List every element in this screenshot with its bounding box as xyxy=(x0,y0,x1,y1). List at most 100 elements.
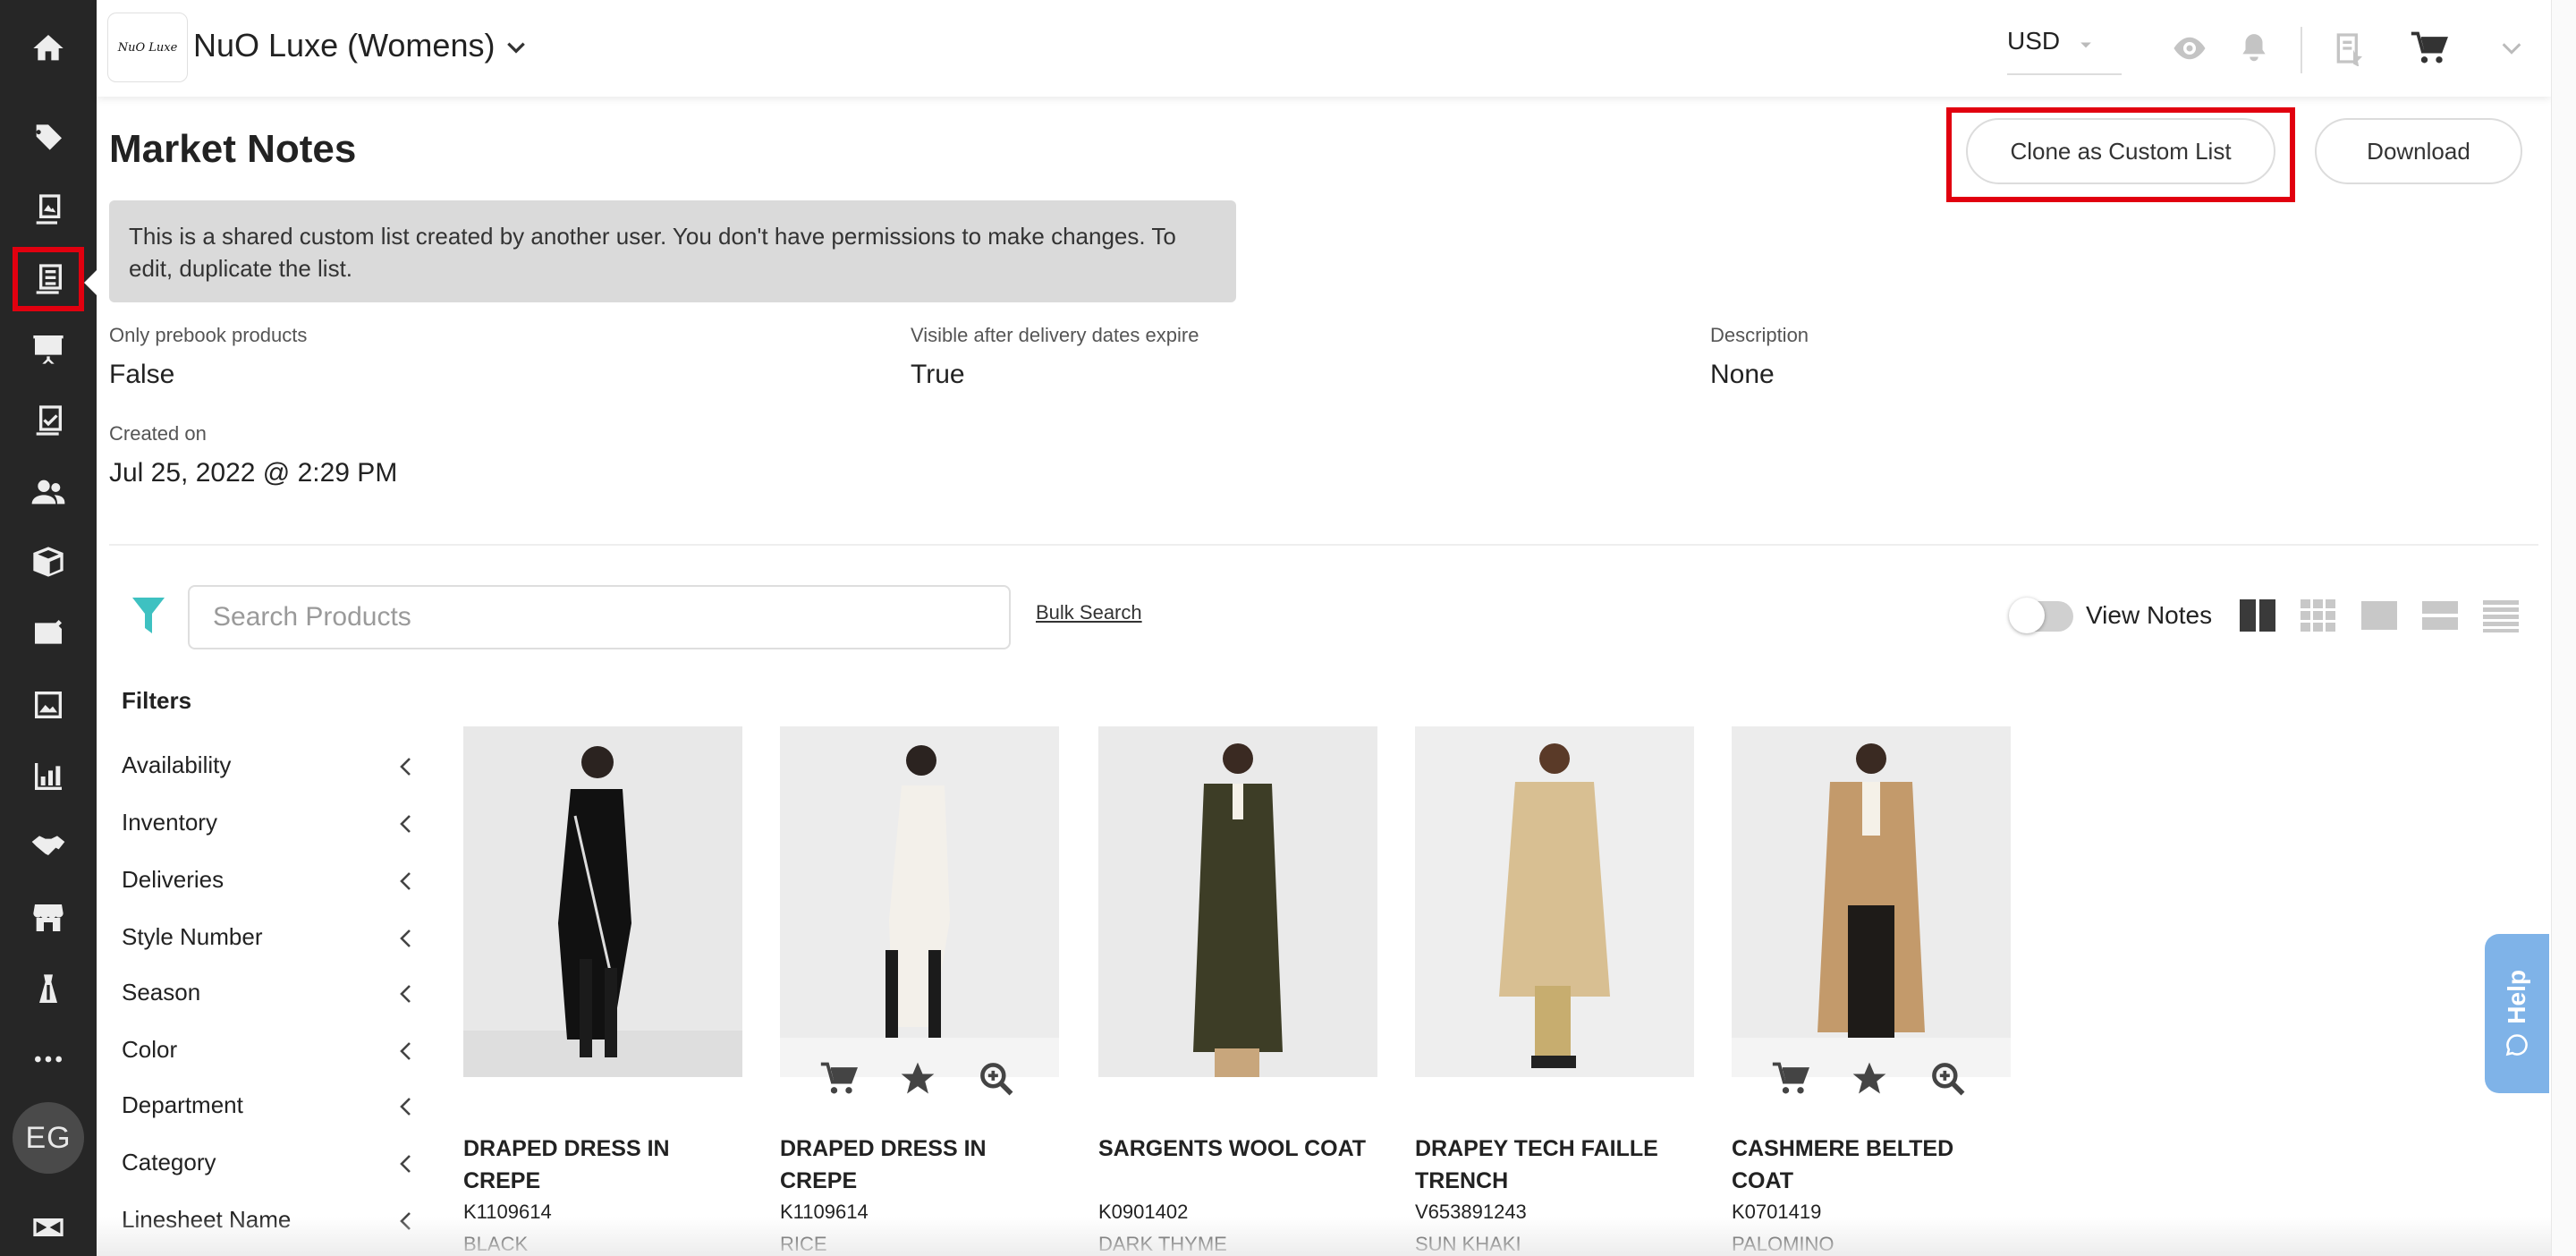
product-card[interactable]: DRAPED DRESS IN CREPE K1109614 RICE xyxy=(780,726,1059,1255)
tag-icon[interactable] xyxy=(16,111,80,168)
eye-icon[interactable] xyxy=(2168,27,2211,70)
product-name[interactable]: SARGENTS WOOL COAT xyxy=(1098,1133,1385,1165)
add-to-cart-icon[interactable] xyxy=(1771,1059,1810,1099)
customers-icon[interactable] xyxy=(16,463,80,521)
single-view-icon[interactable] xyxy=(2360,598,2399,633)
inventory-box-icon[interactable] xyxy=(16,533,80,590)
product-image[interactable] xyxy=(1415,726,1694,1077)
filter-category[interactable]: Category xyxy=(122,1149,417,1184)
linesheets-icon[interactable] xyxy=(13,247,84,311)
chevron-left-icon xyxy=(400,985,411,1003)
download-button[interactable]: Download xyxy=(2315,118,2522,184)
active-indicator xyxy=(84,270,97,295)
filter-label: Availability xyxy=(122,751,232,778)
grid-large-view-icon[interactable] xyxy=(2238,598,2277,633)
filters-title: Filters xyxy=(122,687,192,714)
prebook-value: False xyxy=(109,360,175,389)
clone-highlight-box xyxy=(1946,107,2295,202)
toggle-knob[interactable] xyxy=(2009,598,2045,633)
filter-season[interactable]: Season xyxy=(122,979,417,1014)
campaign-icon[interactable] xyxy=(16,605,80,662)
media-icon[interactable] xyxy=(16,676,80,734)
prebook-label: Only prebook products xyxy=(109,324,308,346)
filter-label: Color xyxy=(122,1036,178,1063)
view-notes-label: View Notes xyxy=(2086,601,2213,629)
filter-inventory[interactable]: Inventory xyxy=(122,809,417,844)
catalog-icon[interactable] xyxy=(16,181,80,238)
zoom-in-icon[interactable] xyxy=(977,1059,1016,1099)
product-image[interactable] xyxy=(780,726,1059,1077)
chevron-left-icon xyxy=(400,1155,411,1173)
list-view-icon[interactable] xyxy=(2481,598,2521,633)
chevron-down-icon[interactable] xyxy=(504,36,528,59)
product-name[interactable]: DRAPED DRESS IN CREPE xyxy=(463,1133,750,1197)
product-image[interactable] xyxy=(1098,726,1377,1077)
analytics-chart-icon[interactable] xyxy=(16,748,80,805)
storefront-icon[interactable] xyxy=(16,889,80,946)
product-name[interactable]: DRAPED DRESS IN CREPE xyxy=(780,1133,1066,1197)
chevron-down-icon[interactable] xyxy=(2077,36,2095,54)
top-bar: NuO Luxe NuO Luxe (Womens) USD xyxy=(97,0,2551,97)
help-label: Help xyxy=(2503,969,2530,1024)
filter-availability[interactable]: Availability xyxy=(122,751,417,787)
product-name[interactable]: CASHMERE BELTED COAT xyxy=(1732,1133,2018,1197)
product-image[interactable] xyxy=(463,726,742,1077)
favorite-star-icon[interactable] xyxy=(1850,1059,1889,1099)
product-image[interactable] xyxy=(1732,726,2011,1077)
filter-style-number[interactable]: Style Number xyxy=(122,923,417,959)
product-name[interactable]: DRAPEY TECH FAILLE TRENCH xyxy=(1415,1133,1701,1197)
filter-funnel-icon[interactable] xyxy=(131,594,166,637)
chevron-left-icon xyxy=(400,1098,411,1116)
bulk-search-link[interactable]: Bulk Search xyxy=(1036,601,1142,624)
add-to-cart-icon[interactable] xyxy=(819,1059,859,1099)
chevron-left-icon xyxy=(400,872,411,890)
card-actions xyxy=(1771,1059,1968,1099)
chevron-left-icon xyxy=(400,758,411,776)
favorite-star-icon[interactable] xyxy=(898,1059,937,1099)
filter-department[interactable]: Department xyxy=(122,1091,417,1127)
styles-dress-icon[interactable] xyxy=(16,961,80,1018)
product-card[interactable]: CASHMERE BELTED COAT K0701419 PALOMINO xyxy=(1732,726,2011,1255)
card-actions xyxy=(819,1059,1016,1099)
bell-icon[interactable] xyxy=(2233,27,2275,70)
orders-checklist-icon[interactable] xyxy=(16,392,80,449)
product-card[interactable]: DRAPEY TECH FAILLE TRENCH V653891243 SUN… xyxy=(1415,726,1694,1255)
filter-deliveries[interactable]: Deliveries xyxy=(122,866,417,902)
product-card[interactable]: SARGENTS WOOL COAT K0901402 DARK THYME xyxy=(1098,726,1377,1255)
filter-label: Deliveries xyxy=(122,866,225,893)
description-value: None xyxy=(1710,360,1775,389)
page-scrollbar[interactable] xyxy=(2551,0,2576,1256)
filter-color[interactable]: Color xyxy=(122,1036,417,1072)
filter-label: Inventory xyxy=(122,809,217,836)
brand-name[interactable]: NuO Luxe (Womens) xyxy=(193,27,495,64)
row-view-icon[interactable] xyxy=(2420,598,2460,633)
currency-select[interactable]: USD xyxy=(2007,27,2060,55)
grid-small-view-icon[interactable] xyxy=(2299,598,2338,633)
presentation-icon[interactable] xyxy=(16,320,80,378)
user-avatar[interactable]: EG xyxy=(13,1102,84,1174)
filter-label: Season xyxy=(122,979,201,1006)
toolbar-divider xyxy=(2301,27,2302,73)
visible-after-value: True xyxy=(911,360,965,389)
app-root: EG NuO Luxe NuO Luxe (Womens) USD Market… xyxy=(0,0,2576,1256)
home-icon[interactable] xyxy=(16,20,80,77)
more-icon[interactable] xyxy=(16,1031,80,1088)
zoom-in-icon[interactable] xyxy=(1928,1059,1968,1099)
chevron-down-icon[interactable] xyxy=(2490,27,2533,70)
partners-handshake-icon[interactable] xyxy=(16,818,80,875)
chevron-left-icon xyxy=(400,929,411,947)
saved-list-icon[interactable] xyxy=(2327,27,2370,70)
product-card[interactable]: DRAPED DRESS IN CREPE K1109614 BLACK xyxy=(463,726,742,1255)
chat-bubble-icon xyxy=(2505,1034,2528,1057)
currency-underline xyxy=(2007,73,2122,75)
filter-label: Department xyxy=(122,1091,243,1118)
brand-flag-icon[interactable] xyxy=(16,1199,80,1256)
filter-label: Category xyxy=(122,1149,216,1175)
cart-icon[interactable] xyxy=(2408,27,2451,70)
visible-after-label: Visible after delivery dates expire xyxy=(911,324,1199,346)
created-on-label: Created on xyxy=(109,422,207,445)
search-products-input[interactable] xyxy=(188,585,1011,649)
left-nav-rail: EG xyxy=(0,0,97,1256)
help-tab[interactable]: Help xyxy=(2485,934,2549,1093)
brand-logo[interactable]: NuO Luxe xyxy=(107,13,188,82)
